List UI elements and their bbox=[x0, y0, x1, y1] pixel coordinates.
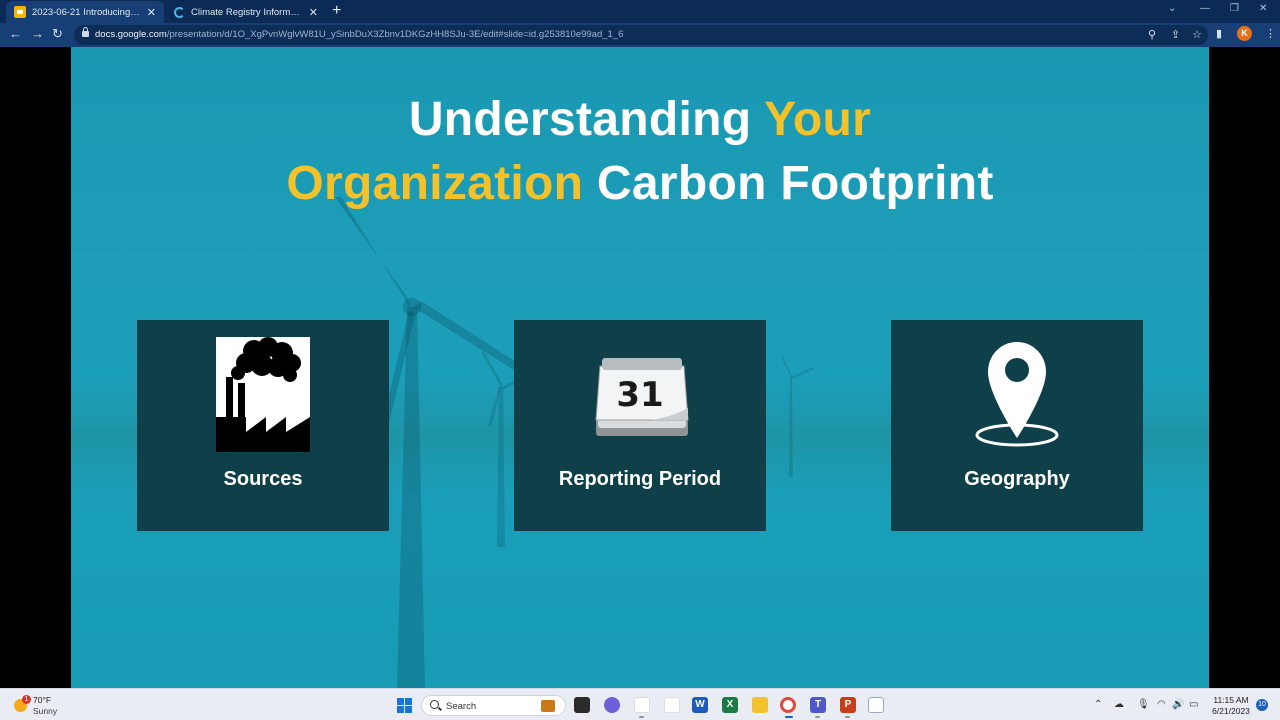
card-label: Sources bbox=[223, 468, 303, 490]
teams-icon[interactable]: T bbox=[810, 697, 826, 713]
wifi-icon[interactable]: ◠ bbox=[1157, 698, 1166, 712]
close-tab-icon[interactable]: ✕ bbox=[309, 6, 318, 19]
search-icon bbox=[430, 700, 439, 709]
show-hidden-icons[interactable]: ⌃ bbox=[1094, 698, 1102, 712]
tab-search-icon[interactable]: ⌄ bbox=[1168, 3, 1176, 14]
start-button[interactable] bbox=[397, 698, 412, 713]
task-view-icon[interactable] bbox=[574, 697, 590, 713]
card-geography: Geography bbox=[891, 320, 1143, 531]
map-pin-icon bbox=[975, 342, 1059, 447]
minimize-icon[interactable]: — bbox=[1200, 3, 1210, 14]
card-sources: Sources bbox=[137, 320, 389, 531]
title-highlight: Organization bbox=[286, 157, 584, 210]
taskbar-search[interactable]: Search bbox=[421, 695, 566, 716]
lock-icon bbox=[82, 27, 89, 37]
slide: Understanding Your Organization Carbon F… bbox=[71, 47, 1209, 688]
powerpoint-icon[interactable]: P bbox=[840, 697, 856, 713]
weather-temp: 70°F bbox=[33, 695, 52, 705]
browser-toolbar: ← → ↻ docs.google.com/presentation/d/1O_… bbox=[0, 23, 1280, 47]
onedrive-icon[interactable]: ☁ bbox=[1114, 698, 1124, 712]
forward-icon[interactable]: → bbox=[31, 26, 44, 42]
back-icon[interactable]: ← bbox=[9, 26, 22, 42]
tab-strip: 2023-06-21 Introducing TCR's Ne ✕ Climat… bbox=[0, 0, 1280, 23]
tab-title: 2023-06-21 Introducing TCR's Ne bbox=[32, 6, 141, 18]
tab-title: Climate Registry Information Sys bbox=[191, 6, 303, 18]
title-highlight: Your bbox=[764, 93, 872, 146]
card-label: Reporting Period bbox=[558, 468, 722, 490]
photos-icon[interactable] bbox=[664, 697, 680, 713]
profile-avatar[interactable]: K bbox=[1237, 26, 1252, 41]
chat-icon[interactable] bbox=[604, 697, 620, 713]
restore-icon[interactable]: ❐ bbox=[1230, 3, 1239, 14]
app-icon[interactable] bbox=[868, 697, 884, 713]
share-icon[interactable]: ⇪ bbox=[1171, 29, 1180, 41]
address-bar[interactable]: docs.google.com/presentation/d/1O_XgPvnW… bbox=[74, 25, 1208, 45]
chrome-icon[interactable] bbox=[780, 697, 796, 713]
calendar-day: 31 bbox=[616, 375, 663, 415]
system-clock[interactable]: 11:15 AM 6/21/2023 bbox=[1208, 695, 1254, 717]
reload-icon[interactable]: ↻ bbox=[52, 26, 63, 42]
battery-icon[interactable]: ▭ bbox=[1189, 698, 1198, 712]
tab-presentation[interactable]: 2023-06-21 Introducing TCR's Ne ✕ bbox=[6, 1, 164, 23]
file-explorer-icon[interactable] bbox=[752, 697, 768, 713]
title-text: Understanding bbox=[408, 93, 765, 146]
side-panel-icon[interactable]: ▮ bbox=[1216, 28, 1222, 40]
active-indicator bbox=[785, 716, 793, 718]
word-icon[interactable]: W bbox=[692, 697, 708, 713]
microphone-icon[interactable]: 🎙 bbox=[1137, 698, 1150, 712]
close-tab-icon[interactable]: ✕ bbox=[147, 6, 156, 19]
presentation-stage: Understanding Your Organization Carbon F… bbox=[0, 47, 1280, 688]
running-indicator bbox=[845, 716, 850, 718]
bookmark-star-icon[interactable]: ☆ bbox=[1192, 29, 1202, 41]
notification-badge[interactable]: 10 bbox=[1256, 699, 1268, 711]
weather-badge: 1 bbox=[22, 695, 31, 704]
briefcase-icon bbox=[541, 700, 555, 712]
factory-icon bbox=[216, 337, 310, 452]
card-label: Geography bbox=[964, 468, 1070, 490]
search-label: Search bbox=[446, 701, 477, 712]
excel-icon[interactable]: X bbox=[722, 697, 738, 713]
close-window-icon[interactable]: ✕ bbox=[1259, 3, 1267, 14]
slide-title-line2: Organization Carbon Footprint bbox=[71, 156, 1209, 211]
wind-turbine-background bbox=[781, 357, 814, 477]
slack-icon[interactable] bbox=[634, 697, 650, 713]
tab-climate-registry[interactable]: Climate Registry Information Sys ✕ bbox=[166, 1, 326, 23]
slides-icon bbox=[14, 6, 26, 18]
clock-date: 6/21/2023 bbox=[1212, 706, 1250, 716]
url-text: docs.google.com/presentation/d/1O_XgPvnW… bbox=[95, 29, 623, 40]
running-indicator bbox=[815, 716, 820, 718]
clock-time: 11:15 AM bbox=[1213, 695, 1249, 705]
running-indicator bbox=[639, 716, 644, 718]
url-path: /presentation/d/1O_XgPvnWglvW81U_ySinbDu… bbox=[166, 29, 624, 40]
title-text: Carbon Footprint bbox=[583, 157, 994, 210]
slide-title-line1: Understanding Your bbox=[71, 92, 1209, 147]
card-reporting-period: 31 Reporting Period bbox=[514, 320, 766, 531]
zoom-search-icon[interactable]: ⚲ bbox=[1148, 29, 1156, 41]
menu-icon[interactable]: ⋮ bbox=[1265, 28, 1276, 40]
weather-desc: Sunny bbox=[33, 706, 58, 716]
url-domain: docs.google.com bbox=[95, 29, 167, 40]
volume-icon[interactable]: 🔊 bbox=[1172, 698, 1184, 712]
taskbar: 1 70°F Sunny Search W X T P ⌃ ☁ 🎙 ◠ 🔊 ▭ … bbox=[0, 688, 1280, 720]
loading-icon bbox=[174, 6, 185, 18]
calendar-icon: 31 bbox=[595, 358, 689, 436]
new-tab-icon[interactable]: + bbox=[332, 2, 341, 20]
